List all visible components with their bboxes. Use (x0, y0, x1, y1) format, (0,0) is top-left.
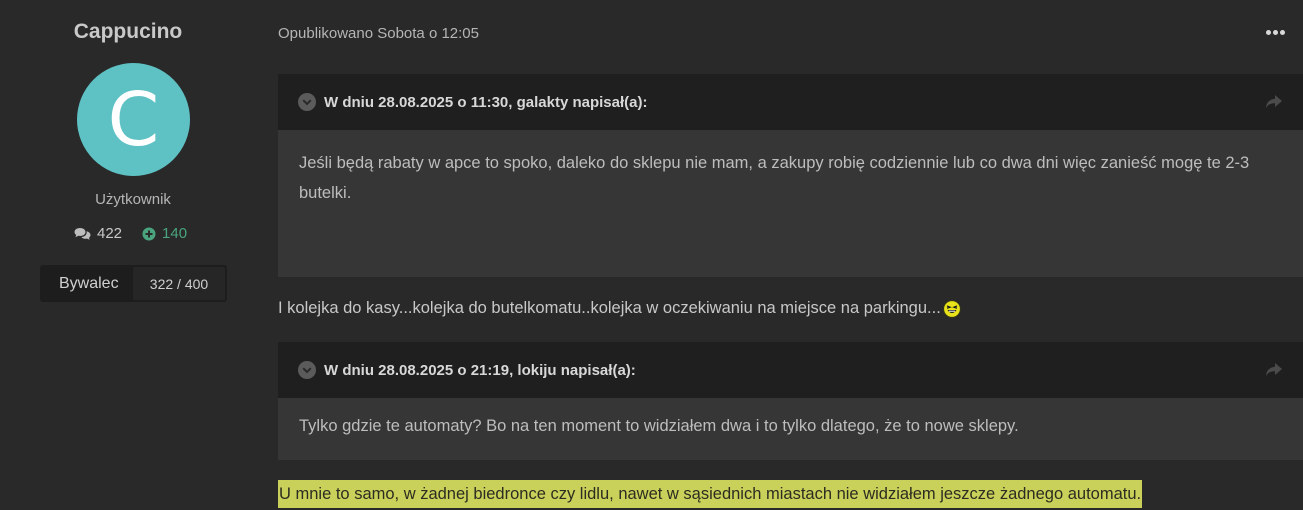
quote-text: Tylko gdzie te automaty? Bo na ten momen… (299, 417, 1019, 435)
post-paragraph-text: I kolejka do kasy...kolejka do butelkoma… (278, 299, 941, 317)
reputation: 140 (142, 225, 187, 242)
highlighted-text: U mnie to samo, w żadnej biedronce czy l… (278, 480, 1143, 508)
avatar[interactable]: C (77, 63, 190, 176)
avatar-letter: C (107, 76, 160, 163)
rank-progress: 322 / 400 (133, 267, 225, 300)
laughing-emoji-icon (943, 299, 961, 318)
quote-block: W dniu 28.08.2025 o 11:30, galakty napis… (278, 74, 1303, 277)
comments-icon (74, 227, 91, 240)
post-date[interactable]: Opublikowano Sobota o 12:05 (278, 25, 479, 42)
user-group: Użytkownik (95, 191, 171, 208)
rank-badge: Bywalec 322 / 400 (40, 265, 227, 302)
ellipsis-dot (1280, 29, 1285, 35)
quote-header: W dniu 28.08.2025 o 21:19, lokiju napisa… (278, 342, 1303, 398)
quote-block: W dniu 28.08.2025 o 21:19, lokiju napisa… (278, 342, 1303, 460)
plus-circle-icon (142, 227, 156, 240)
quote-header: W dniu 28.08.2025 o 11:30, galakty napis… (278, 74, 1303, 130)
quote-citation: W dniu 28.08.2025 o 21:19, lokiju napisa… (324, 361, 636, 379)
more-options-button[interactable] (1266, 27, 1288, 37)
reputation-value: 140 (162, 225, 188, 242)
chevron-down-icon (302, 366, 312, 373)
collapse-toggle[interactable] (298, 93, 316, 111)
go-to-quote-icon[interactable] (1265, 94, 1283, 110)
posts-count-value: 422 (97, 225, 123, 242)
author-panel: Cappucino C Użytkownik 422 140 Bywalec 3… (0, 0, 256, 510)
ellipsis-icon (1266, 29, 1271, 35)
post-paragraph: I kolejka do kasy...kolejka do butelkoma… (278, 299, 961, 318)
quote-citation: W dniu 28.08.2025 o 11:30, galakty napis… (324, 93, 648, 111)
go-to-quote-icon[interactable] (1265, 362, 1283, 378)
author-name[interactable]: Cappucino (0, 20, 256, 44)
chevron-down-icon (302, 98, 312, 105)
posts-count: 422 (74, 225, 122, 242)
quote-text: Jeśli będą rabaty w apce to spoko, dalek… (299, 154, 1250, 202)
ellipsis-dot (1273, 29, 1278, 35)
author-stats: 422 140 (74, 225, 187, 242)
collapse-toggle[interactable] (298, 361, 316, 379)
rank-label: Bywalec (59, 274, 119, 292)
